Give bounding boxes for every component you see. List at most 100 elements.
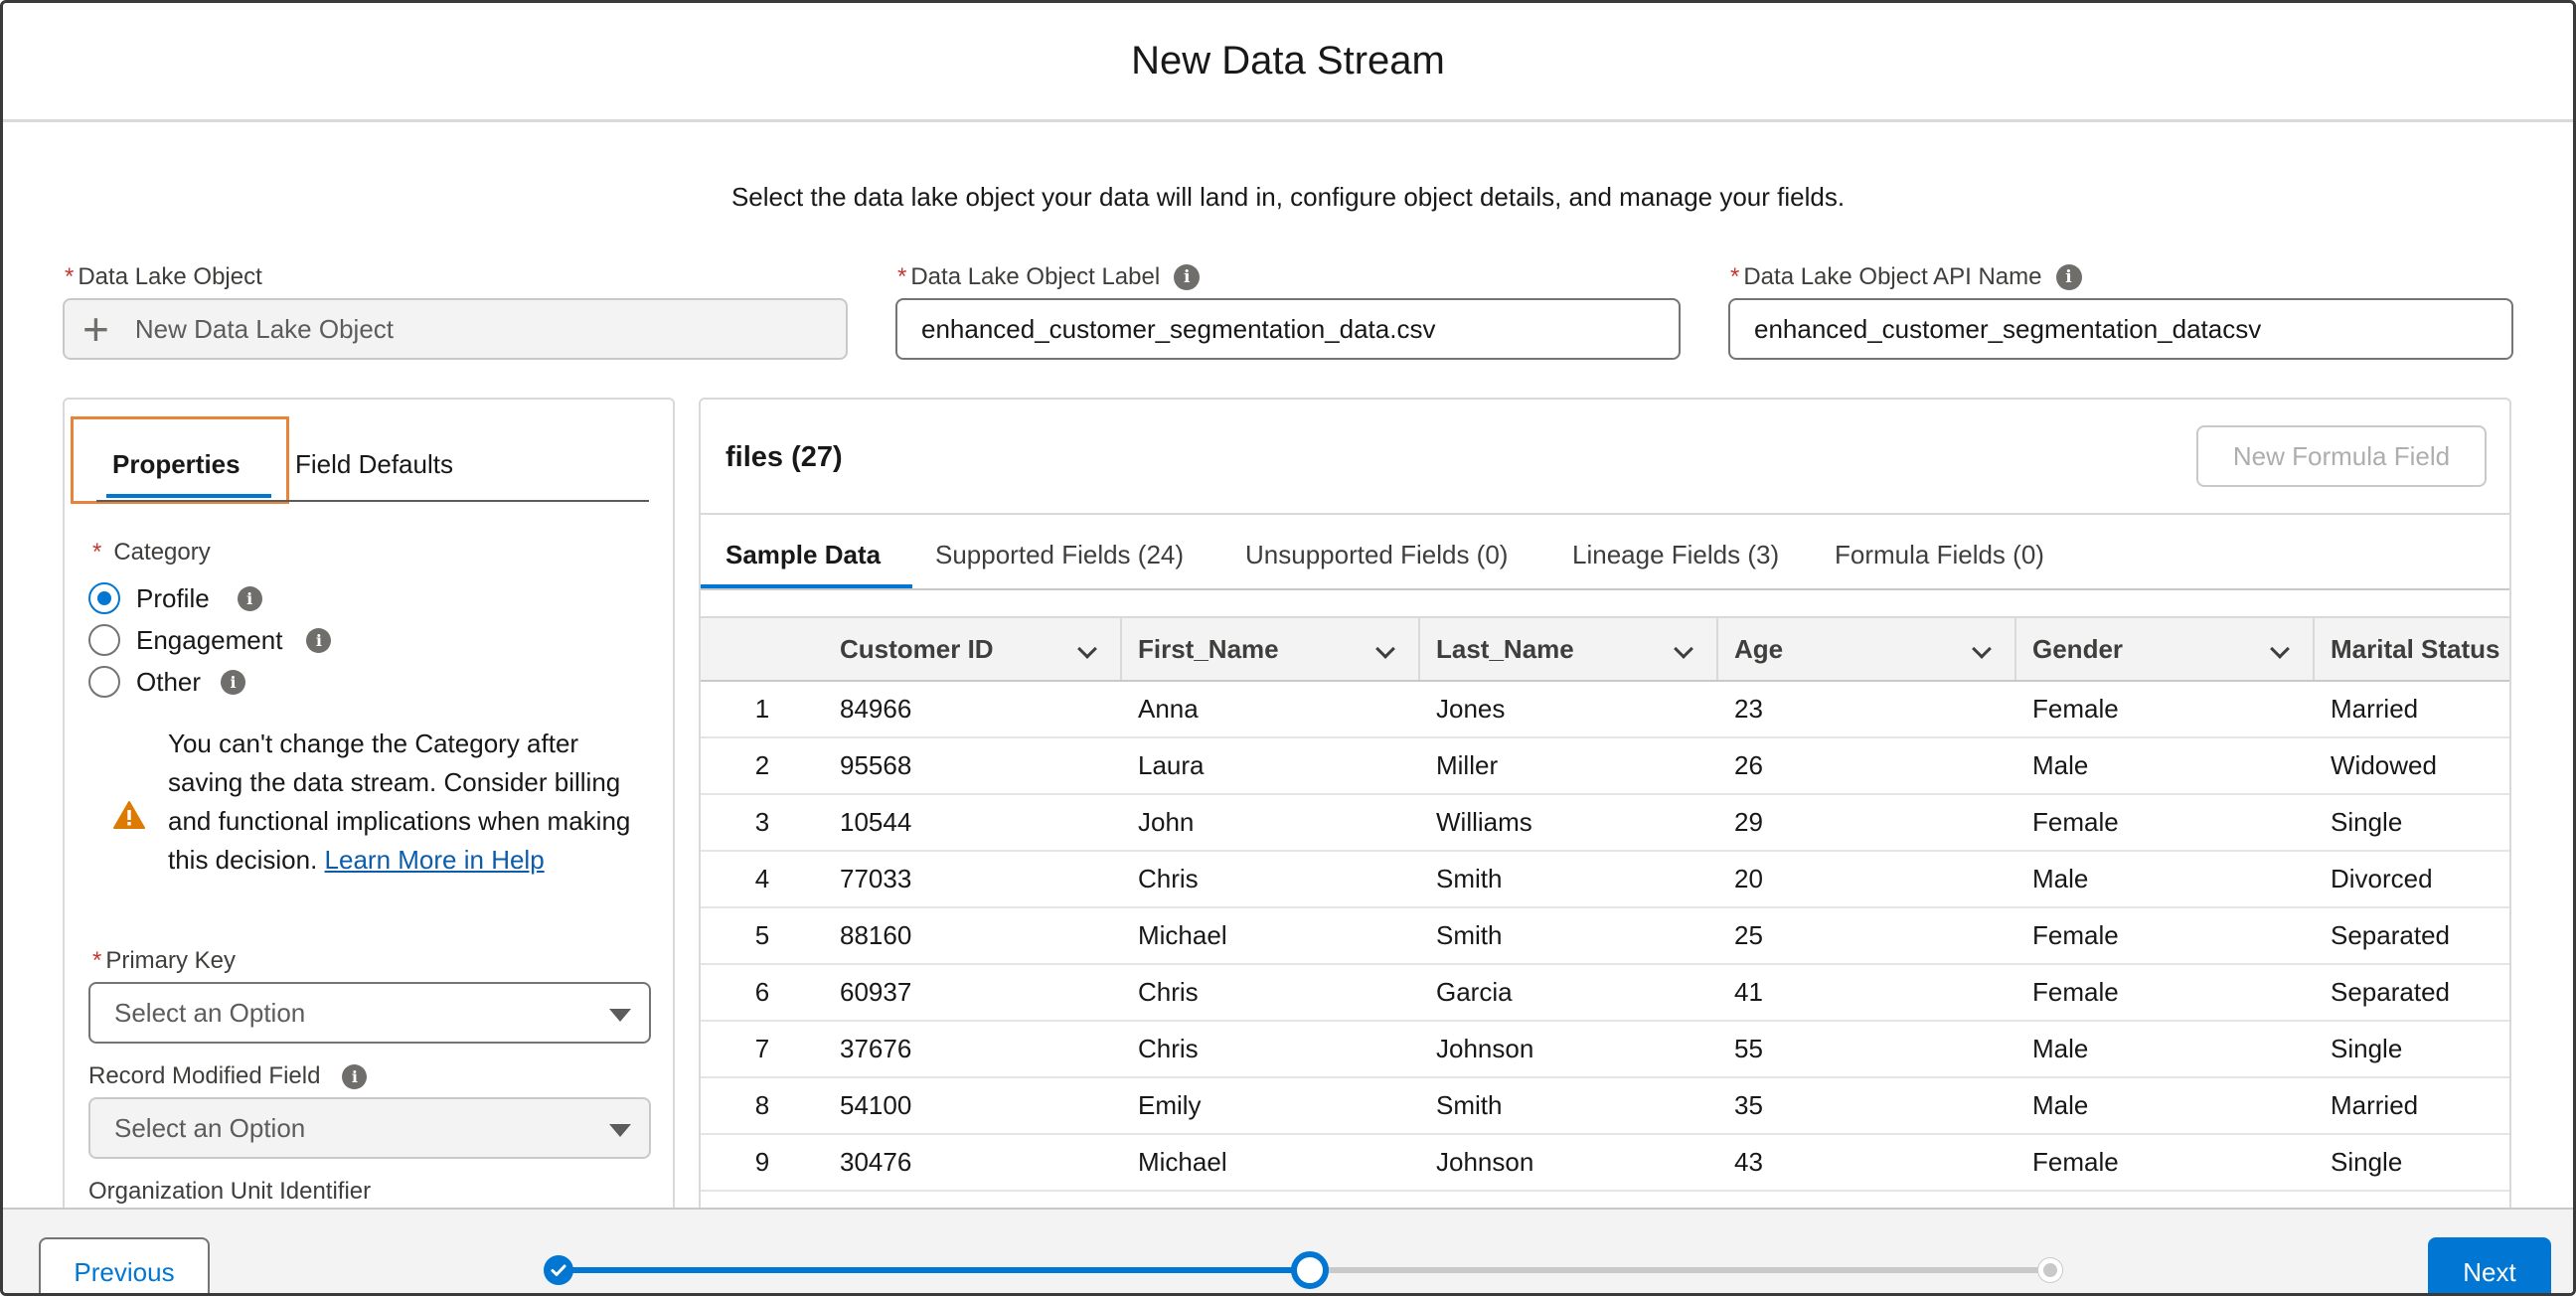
row-number-cell: 7 <box>754 1034 770 1063</box>
tab-unsupported-fields[interactable]: Unsupported Fields (0) <box>1245 540 1508 570</box>
checkmark-icon <box>551 1264 566 1276</box>
dlo-api-name-input[interactable]: enhanced_customer_segmentation_datacsv <box>1728 298 2513 360</box>
table-row: 9 30476 Michael Johnson 43 Female Single <box>701 1135 2509 1192</box>
column-header-gender[interactable]: Gender <box>2016 618 2315 680</box>
tab-lineage-fields[interactable]: Lineage Fields (3) <box>1572 540 1779 570</box>
dialog-instructions: Select the data lake object your data wi… <box>730 182 1846 212</box>
radio-engagement[interactable] <box>88 624 120 656</box>
chevron-down-icon[interactable] <box>1972 639 1992 659</box>
dlo-placeholder: New Data Lake Object <box>134 313 395 344</box>
tab-supported-fields[interactable]: Supported Fields (24) <box>935 540 1184 570</box>
tab-properties[interactable]: Properties <box>112 449 241 480</box>
chevron-down-icon[interactable] <box>1077 639 1097 659</box>
new-formula-field-button[interactable]: New Formula Field <box>2196 425 2487 487</box>
table-row: 7 37676 Chris Johnson 55 Male Single <box>701 1022 2509 1078</box>
table-cell: Michael <box>1138 1147 1227 1177</box>
row-number-cell: 8 <box>754 1090 770 1120</box>
info-icon[interactable]: i <box>1174 264 1201 290</box>
tabs-divider <box>701 588 2509 590</box>
table-cell: Anna <box>1138 694 1199 724</box>
tab-field-defaults[interactable]: Field Defaults <box>295 449 453 480</box>
column-header-label: Gender <box>2032 633 2124 664</box>
table-cell: 23 <box>1734 694 1763 724</box>
table-row: 5 88160 Michael Smith 25 Female Separated <box>701 908 2509 965</box>
previous-button[interactable]: Previous <box>39 1237 210 1293</box>
progress-fill <box>560 1267 1305 1273</box>
radio-other[interactable] <box>88 666 120 698</box>
dialog-header: New Data Stream <box>3 3 2573 122</box>
column-header-age[interactable]: Age <box>1718 618 2016 680</box>
dlo-api-name-value: enhanced_customer_segmentation_datacsv <box>1754 313 2262 344</box>
row-number-cell: 4 <box>754 864 770 893</box>
table-cell: 60937 <box>840 977 912 1007</box>
step-2-current-marker[interactable] <box>1291 1251 1329 1289</box>
tab-formula-fields[interactable]: Formula Fields (0) <box>1835 540 2044 570</box>
table-cell: 41 <box>1734 977 1763 1007</box>
table-row: 4 77033 Chris Smith 20 Male Divorced <box>701 852 2509 908</box>
column-header-marital-status[interactable]: Marital Status <box>2315 618 2509 680</box>
table-cell: Emily <box>1138 1090 1202 1120</box>
row-number-cell: 1 <box>754 694 770 724</box>
required-marker: * <box>1730 263 1740 290</box>
table-cell: 20 <box>1734 864 1763 893</box>
dlo-label-input[interactable]: enhanced_customer_segmentation_data.csv <box>895 298 1681 360</box>
step-1-complete-icon[interactable] <box>544 1255 573 1285</box>
primary-key-placeholder: Select an Option <box>114 997 306 1028</box>
dlo-input[interactable]: + New Data Lake Object <box>63 298 848 360</box>
chevron-down-icon[interactable] <box>1674 639 1693 659</box>
table-cell: Laura <box>1138 750 1205 780</box>
table-cell: Female <box>2032 977 2119 1007</box>
radio-profile[interactable] <box>88 582 120 614</box>
record-modified-select[interactable]: Select an Option <box>88 1097 651 1159</box>
category-label-text: Category <box>113 539 211 566</box>
info-icon[interactable]: i <box>2055 264 2082 290</box>
table-cell: 43 <box>1734 1147 1763 1177</box>
info-icon[interactable]: i <box>221 669 246 695</box>
table-cell: 55 <box>1734 1034 1763 1063</box>
step-3-pending-marker[interactable] <box>2038 1258 2062 1282</box>
table-cell: Widowed <box>2331 750 2437 780</box>
table-cell: 95568 <box>840 750 912 780</box>
info-icon[interactable]: i <box>342 1063 368 1089</box>
table-cell: 88160 <box>840 920 912 950</box>
dlo-label-field-label: * Data Lake Object Label i <box>897 263 1201 291</box>
table-cell: Chris <box>1138 864 1199 893</box>
table-cell: Chris <box>1138 977 1199 1007</box>
column-header-first-name[interactable]: First_Name <box>1122 618 1420 680</box>
table-cell: 77033 <box>840 864 912 893</box>
table-cell: 54100 <box>840 1090 912 1120</box>
table-cell: 26 <box>1734 750 1763 780</box>
next-button[interactable]: Next <box>2428 1237 2551 1293</box>
row-number-cell: 2 <box>754 750 770 780</box>
table-cell: Smith <box>1436 1090 1503 1120</box>
table-cell: Male <box>2032 1034 2089 1063</box>
column-header-customer-id[interactable]: Customer ID <box>824 618 1122 680</box>
table-row: 8 54100 Emily Smith 35 Male Married <box>701 1078 2509 1135</box>
chevron-down-icon[interactable] <box>2270 639 2290 659</box>
chevron-down-icon[interactable] <box>1375 639 1395 659</box>
table-header: Customer ID First_Name Last_Name Age Gen… <box>701 616 2509 682</box>
table-cell: Female <box>2032 807 2119 837</box>
primary-key-select[interactable]: Select an Option <box>88 982 651 1044</box>
table-cell: Michael <box>1138 920 1227 950</box>
dropdown-caret-icon <box>609 1124 631 1137</box>
table-cell: Divorced <box>2331 864 2433 893</box>
dlo-label-text: Data Lake Object <box>78 263 262 290</box>
files-title: files (27) <box>725 441 843 473</box>
table-cell: Miller <box>1436 750 1499 780</box>
column-header-label: Age <box>1734 633 1784 664</box>
primary-key-label: * Primary Key <box>92 947 236 975</box>
row-number-header <box>701 618 824 680</box>
record-modified-label-text: Record Modified Field <box>88 1062 321 1089</box>
column-header-last-name[interactable]: Last_Name <box>1420 618 1718 680</box>
info-icon[interactable]: i <box>237 585 262 611</box>
table-row: 3 10544 John Williams 29 Female Single <box>701 795 2509 852</box>
radio-engagement-text: Engagement <box>136 624 283 655</box>
table-row: 6 60937 Chris Garcia 41 Female Separated <box>701 965 2509 1022</box>
tab-sample-data[interactable]: Sample Data <box>725 540 881 570</box>
learn-more-link[interactable]: Learn More in Help <box>325 845 545 875</box>
properties-panel: Properties Field Defaults * Category Pro… <box>63 398 675 1293</box>
table-cell: Married <box>2331 694 2419 724</box>
info-icon[interactable]: i <box>306 627 332 653</box>
required-marker: * <box>65 263 75 290</box>
